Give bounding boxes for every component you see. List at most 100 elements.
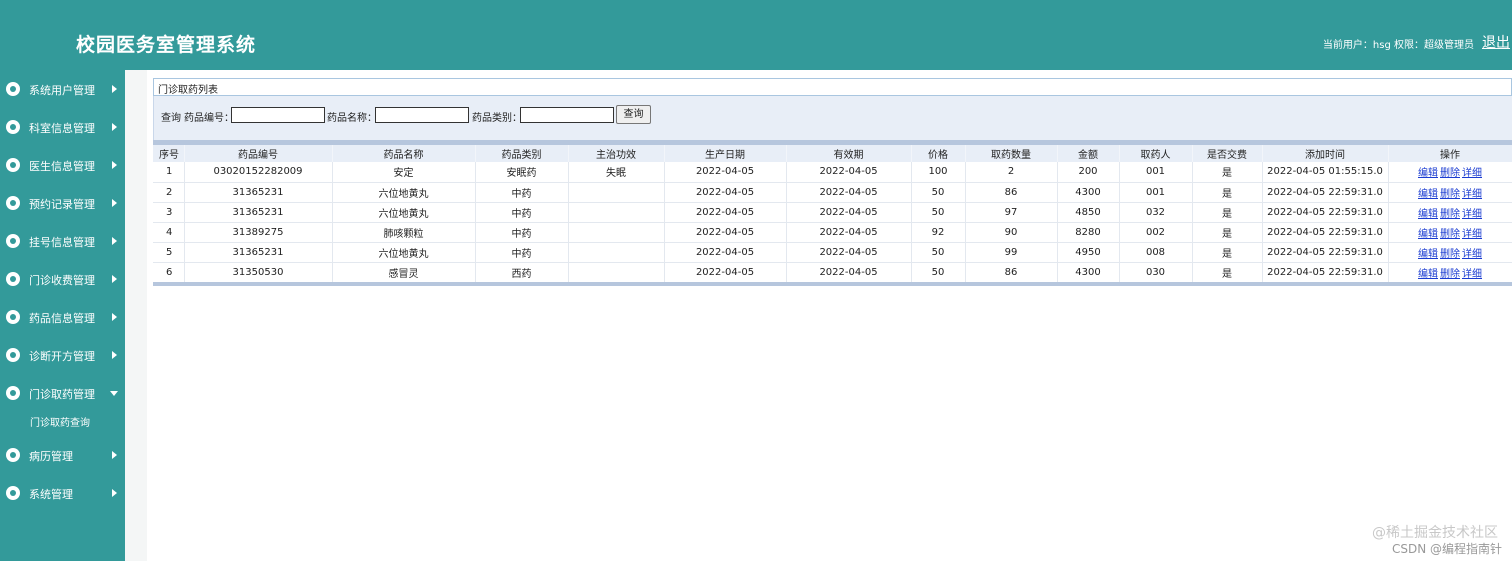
pickup-table-container: 序号 药品编号 药品名称 药品类别 主治功效 生产日期 有效期 价格 取药数量 … [153,140,1512,287]
detail-link[interactable]: 详细 [1462,269,1482,280]
table-cell: 032 [1119,202,1193,223]
delete-link[interactable]: 删除 [1440,168,1460,179]
sidebar-item-label: 系统管理 [29,488,73,501]
detail-link[interactable]: 详细 [1462,249,1482,260]
sidebar-subitem-pickup-query[interactable]: 门诊取药查询 [0,410,125,432]
table-row: 1 03020152282009 安定 安眠药 失眠 2022-04-05 2022-04-… [153,162,1512,183]
table-cell: 4300 [1057,262,1120,283]
detail-link[interactable]: 详细 [1462,189,1482,200]
edit-link[interactable]: 编辑 [1418,249,1438,260]
delete-link[interactable]: 删除 [1440,209,1460,220]
drug-code-input[interactable] [231,107,325,123]
delete-link[interactable]: 删除 [1440,189,1460,200]
table-cell: 安眠药 [475,162,569,183]
sidebar-gutter [125,70,147,561]
table-cell: 2022-04-05 22:59:31.0 [1262,202,1389,223]
table-cell: 03020152282009 [184,162,333,183]
table-cell: 90 [965,222,1058,243]
chevron-right-icon [112,451,117,459]
table-cell: 50 [911,202,966,223]
column-header: 添加时间 [1262,145,1389,162]
table-row: 5 31365231 六位地黄丸 中药 2022-04-05 2022-04-05 50 99… [153,242,1512,263]
app-icon [6,196,20,210]
sidebar: 系统用户管理 科室信息管理 医生信息管理 预约记录管理 挂号信息管理 门诊收费管… [0,70,125,561]
chevron-right-icon [112,237,117,245]
sidebar-item-pickup[interactable]: 门诊取药管理 [0,378,125,408]
logout-link[interactable]: 退出 [1482,32,1510,52]
sidebar-item-fees[interactable]: 门诊收费管理 [0,264,125,294]
table-cell: 4300 [1057,182,1120,203]
table-cell: 31350530 [184,262,333,283]
table-cell: 2022-04-05 [664,162,787,183]
table-cell: 2022-04-05 [664,262,787,283]
edit-link[interactable]: 编辑 [1418,168,1438,179]
search-button[interactable]: 查询 [616,105,651,124]
top-header: 校园医务室管理系统 当前用户：hsg 权限：超级管理员 退出 [0,0,1512,70]
table-cell: 97 [965,202,1058,223]
detail-link[interactable]: 详细 [1462,229,1482,240]
sidebar-item-departments[interactable]: 科室信息管理 [0,112,125,142]
table-cell: 4850 [1057,202,1120,223]
table-cell: 2022-04-05 [786,242,912,263]
sidebar-item-drugs[interactable]: 药品信息管理 [0,302,125,332]
table-cell: 92 [911,222,966,243]
edit-link[interactable]: 编辑 [1418,209,1438,220]
sidebar-item-diagnosis[interactable]: 诊断开方管理 [0,340,125,370]
table-cell: 100 [911,162,966,183]
table-cell: 2022-04-05 22:59:31.0 [1262,222,1389,243]
table-cell [568,202,665,223]
edit-link[interactable]: 编辑 [1418,189,1438,200]
sidebar-item-system[interactable]: 系统管理 [0,478,125,508]
edit-link[interactable]: 编辑 [1418,229,1438,240]
table-cell [568,242,665,263]
table-cell: 六位地黄丸 [332,182,476,203]
table-cell: 2022-04-05 [786,162,912,183]
sidebar-item-medical-records[interactable]: 病历管理 [0,440,125,470]
app-title: 校园医务室管理系统 [76,34,257,56]
sidebar-item-label: 病历管理 [29,450,73,463]
edit-link[interactable]: 编辑 [1418,269,1438,280]
sidebar-item-system-users[interactable]: 系统用户管理 [0,74,125,104]
sidebar-item-doctors[interactable]: 医生信息管理 [0,150,125,180]
table-cell: 2022-04-05 [786,222,912,243]
sidebar-item-label: 门诊收费管理 [29,274,95,287]
record-icon [6,448,20,462]
table-cell: 030 [1119,262,1193,283]
table-cell: 2022-04-05 [786,262,912,283]
table-cell: 2022-04-05 [664,202,787,223]
register-icon [6,234,20,248]
table-body: 1 03020152282009 安定 安眠药 失眠 2022-04-05 2022-04-… [153,162,1512,283]
sidebar-item-appointments[interactable]: 预约记录管理 [0,188,125,218]
column-header: 药品编号 [184,145,333,162]
chevron-right-icon [112,199,117,207]
table-cell: 感冒灵 [332,262,476,283]
detail-link[interactable]: 详细 [1462,209,1482,220]
table-cell: 86 [965,182,1058,203]
table-cell: 2022-04-05 [786,202,912,223]
table-cell: 86 [965,262,1058,283]
delete-link[interactable]: 删除 [1440,229,1460,240]
table-cell: 31365231 [184,182,333,203]
table-cell [568,222,665,243]
row-actions: 编辑 删除 详细 [1388,162,1512,183]
row-actions: 编辑 删除 详细 [1388,182,1512,203]
detail-link[interactable]: 详细 [1462,168,1482,179]
column-header: 有效期 [786,145,912,162]
table-cell: 6 [153,262,185,283]
sidebar-item-label: 药品信息管理 [29,312,95,325]
sidebar-item-registration[interactable]: 挂号信息管理 [0,226,125,256]
delete-link[interactable]: 删除 [1440,269,1460,280]
table-cell: 8280 [1057,222,1120,243]
table-cell: 50 [911,262,966,283]
diagnose-icon [6,348,20,362]
fee-icon [6,272,20,286]
drug-type-input[interactable] [520,107,614,123]
table-cell: 是 [1192,242,1263,263]
table-cell: 31365231 [184,242,333,263]
drug-name-input[interactable] [375,107,469,123]
column-header: 是否交费 [1192,145,1263,162]
table-cell: 2022-04-05 [664,182,787,203]
delete-link[interactable]: 删除 [1440,249,1460,260]
table-cell: 200 [1057,162,1120,183]
table-cell: 是 [1192,222,1263,243]
